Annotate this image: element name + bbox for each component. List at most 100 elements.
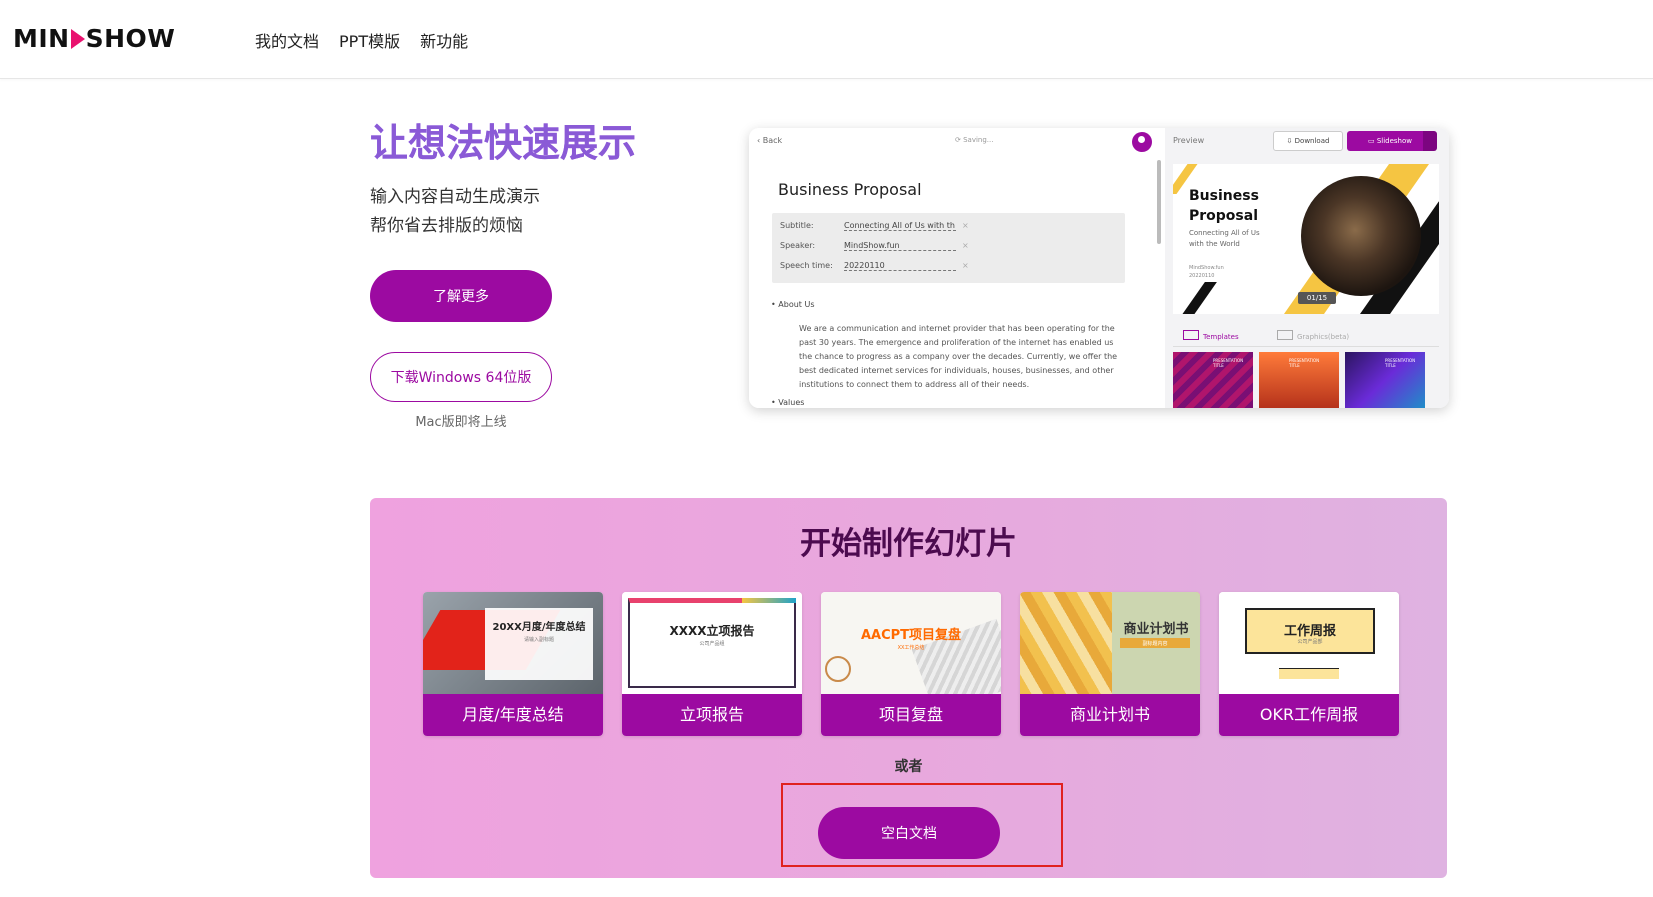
thumb-title: 商业计划书 bbox=[1123, 622, 1189, 637]
slide-preview: Business Proposal Connecting All of Us w… bbox=[1173, 164, 1439, 314]
hero-subtitle-line1: 输入内容自动生成演示 bbox=[370, 187, 540, 207]
download-windows-button[interactable]: 下载Windows 64位版 bbox=[370, 352, 552, 402]
template-card-business-plan[interactable]: 商业计划书 副标题内容 商业计划书 bbox=[1020, 592, 1200, 736]
slideshow-label: Slideshow bbox=[1376, 137, 1413, 145]
start-title: 开始制作幻灯片 bbox=[800, 526, 1017, 562]
subtitle-bar: 副标题内容 bbox=[1120, 638, 1190, 648]
app-preview-image: ‹ Back ⟳ Saving... Business Proposal Sub… bbox=[749, 128, 1449, 408]
clip-image bbox=[825, 656, 851, 682]
meta-value: MindShow.fun bbox=[844, 241, 956, 251]
about-label: About Us bbox=[778, 300, 815, 309]
or-divider: 或者 bbox=[894, 759, 923, 775]
slide-title-line2: Proposal bbox=[1189, 208, 1259, 224]
slide-footer-line1: MindShow.fun bbox=[1189, 265, 1224, 271]
main-nav: 我的文档 PPT模版 新功能 bbox=[255, 28, 468, 52]
editor-scrollbar bbox=[1157, 160, 1161, 244]
logo-text-left: MIN bbox=[13, 24, 70, 53]
saving-status: ⟳ Saving... bbox=[955, 136, 994, 144]
tab-graphics: Graphics(beta) bbox=[1277, 330, 1349, 341]
highlight-box bbox=[781, 783, 1063, 867]
thumb-title: 工作周报 bbox=[1283, 624, 1336, 639]
back-link: ‹ Back bbox=[757, 136, 783, 145]
meta-value: 20220110 bbox=[844, 261, 956, 271]
template-card-summary[interactable]: 20XX月度/年度总结 请输入副标题 月度/年度总结 bbox=[423, 592, 603, 736]
template-card-okr-weekly[interactable]: 工作周报 公司产品部 OKR工作周报 bbox=[1219, 592, 1399, 736]
doc-title: Business Proposal bbox=[778, 180, 922, 199]
thumb-subtitle: 公司产品部 bbox=[1297, 639, 1323, 645]
template-label: 立项报告 bbox=[622, 694, 802, 736]
thumb-subtitle: 公司产品组 bbox=[699, 641, 725, 647]
preview-pane: Preview ⇩ Download ▭ Slideshow Business … bbox=[1165, 128, 1449, 408]
meta-box: Subtitle: Connecting All of Us with th ×… bbox=[772, 213, 1125, 283]
gear-image bbox=[1301, 176, 1421, 296]
template-thumbnail: 商业计划书 副标题内容 bbox=[1020, 592, 1200, 694]
about-heading: • About Us bbox=[771, 300, 815, 309]
values-heading: • Values bbox=[771, 398, 805, 407]
template-thumb: PRESENTATION TITLE bbox=[1173, 352, 1253, 408]
saving-label: Saving... bbox=[963, 136, 994, 144]
template-thumb: PRESENTATION TITLE bbox=[1345, 352, 1425, 408]
slideshow-pill: ▭ Slideshow bbox=[1347, 131, 1433, 151]
play-triangle-icon bbox=[70, 29, 85, 49]
hero-subtitle: 输入内容自动生成演示 帮你省去排版的烦恼 bbox=[370, 183, 540, 241]
title-panel: 20XX月度/年度总结 请输入副标题 bbox=[485, 608, 593, 680]
editor-pane: ‹ Back ⟳ Saving... Business Proposal Sub… bbox=[749, 128, 1163, 408]
template-thumb: PRESENTATION TITLE bbox=[1259, 352, 1339, 408]
clear-icon: × bbox=[962, 241, 969, 250]
slide-footer-line2: 20220110 bbox=[1189, 273, 1215, 279]
values-label: Values bbox=[778, 398, 805, 407]
about-paragraph: We are a communication and internet prov… bbox=[799, 324, 1118, 389]
slide-stripe-dark bbox=[1181, 282, 1217, 314]
thumb-title: 20XX月度/年度总结 bbox=[492, 622, 586, 633]
page-indicator: 01/15 bbox=[1298, 292, 1336, 304]
hero-title: 让想法快速展示 bbox=[370, 112, 636, 167]
template-thumbnail: XXXX立项报告 公司产品组 bbox=[622, 592, 802, 694]
mindshow-logo[interactable]: MIN SHOW bbox=[13, 24, 175, 53]
download-label: Download bbox=[1294, 137, 1330, 145]
template-card-review[interactable]: AACPT项目复盘 XX工作总结 项目复盘 bbox=[821, 592, 1001, 736]
template-thumbnail: AACPT项目复盘 XX工作总结 bbox=[821, 592, 1001, 694]
thumb-text: PRESENTATION TITLE bbox=[1289, 358, 1320, 368]
thumb-subtitle: 请输入副标题 bbox=[523, 637, 554, 643]
footer-bar bbox=[1279, 668, 1339, 679]
nav-new-features[interactable]: 新功能 bbox=[420, 28, 468, 52]
slide-title-line1: Business bbox=[1189, 188, 1259, 204]
nav-ppt-templates[interactable]: PPT模版 bbox=[339, 28, 400, 52]
template-label: 项目复盘 bbox=[821, 694, 1001, 736]
thumb-title: XXXX立项报告 bbox=[669, 624, 755, 638]
slide-title: Business Proposal bbox=[1189, 186, 1259, 226]
user-avatar bbox=[1132, 132, 1152, 152]
meta-label: Speech time: bbox=[780, 261, 833, 270]
meta-row-subtitle: Subtitle: Connecting All of Us with th × bbox=[780, 221, 969, 231]
tab-templates: Templates bbox=[1183, 330, 1239, 341]
hero-subtitle-line2: 帮你省去排版的烦恼 bbox=[370, 216, 523, 236]
meta-value: Connecting All of Us with th bbox=[844, 221, 956, 231]
preview-label: Preview bbox=[1173, 136, 1205, 145]
template-label: 月度/年度总结 bbox=[423, 694, 603, 736]
meta-row-speaker: Speaker: MindShow.fun × bbox=[780, 241, 969, 251]
template-label: 商业计划书 bbox=[1020, 694, 1200, 736]
template-thumbnail: 工作周报 公司产品部 bbox=[1219, 592, 1399, 694]
preview-tabs: Templates Graphics(beta) bbox=[1173, 324, 1439, 347]
learn-more-button[interactable]: 了解更多 bbox=[370, 270, 552, 322]
template-card-project-report[interactable]: XXXX立项报告 公司产品组 立项报告 bbox=[622, 592, 802, 736]
clear-icon: × bbox=[962, 261, 969, 270]
thumb-subtitle: XX工作总结 bbox=[897, 645, 925, 651]
clear-icon: × bbox=[962, 221, 969, 230]
top-header: MIN SHOW 我的文档 PPT模版 新功能 bbox=[0, 0, 1653, 79]
meta-row-speech-time: Speech time: 20220110 × bbox=[780, 261, 969, 271]
nav-my-documents[interactable]: 我的文档 bbox=[255, 28, 319, 52]
thumb-title: AACPT项目复盘 bbox=[860, 628, 962, 643]
thumb-subtitle: 副标题内容 bbox=[1142, 641, 1168, 647]
template-thumbnail: 20XX月度/年度总结 请输入副标题 bbox=[423, 592, 603, 694]
download-pill: ⇩ Download bbox=[1273, 131, 1343, 151]
slide-footer: MindShow.fun 20220110 bbox=[1189, 264, 1224, 280]
meta-label: Speaker: bbox=[780, 241, 816, 250]
slide-subtitle: Connecting All of Us with the World bbox=[1189, 229, 1260, 248]
thumb-text: PRESENTATION TITLE bbox=[1385, 358, 1416, 368]
title-panel: 工作周报 公司产品部 bbox=[1245, 608, 1375, 654]
meta-label: Subtitle: bbox=[780, 221, 814, 230]
accent-bar bbox=[742, 598, 796, 603]
logo-text-right: SHOW bbox=[85, 24, 176, 53]
mac-version-note: Mac版即将上线 bbox=[415, 415, 507, 430]
